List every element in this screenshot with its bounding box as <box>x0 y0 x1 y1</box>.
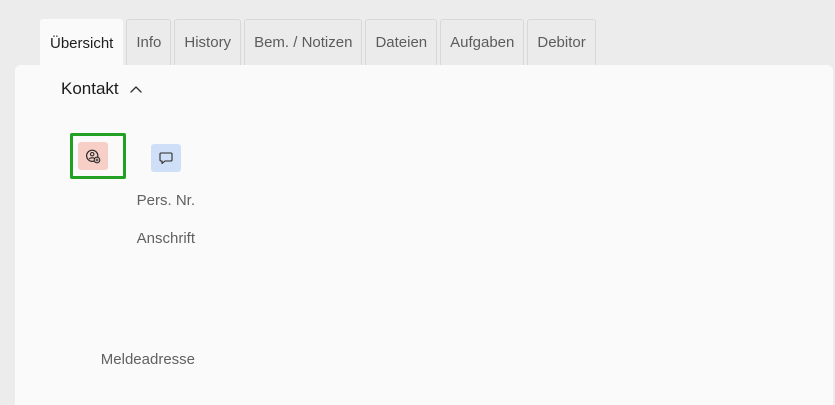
chat-bubble-icon <box>159 152 173 165</box>
section-title: Kontakt <box>61 79 119 98</box>
content-panel: Kontakt Pers. Nr. Anschrift Meldeadresse <box>15 65 833 405</box>
label-pers-nr: Pers. Nr. <box>136 192 195 209</box>
tab-debitor[interactable]: Debitor <box>527 19 596 65</box>
person-badge-icon <box>85 149 101 164</box>
tab-aufgaben[interactable]: Aufgaben <box>440 19 525 65</box>
tab-dateien[interactable]: Dateien <box>365 19 438 65</box>
person-button[interactable] <box>78 142 108 170</box>
person-button-focus-ring <box>70 133 126 179</box>
tab-uebersicht[interactable]: Übersicht <box>40 19 124 66</box>
app-window: Übersicht Info History Bem. / Notizen Da… <box>0 0 835 405</box>
chat-button[interactable] <box>151 144 181 172</box>
tab-bar: Übersicht Info History Bem. / Notizen Da… <box>40 19 596 66</box>
kontakt-section-toggle[interactable]: Kontakt <box>61 79 143 99</box>
chevron-up-icon <box>129 86 142 93</box>
tab-notizen[interactable]: Bem. / Notizen <box>244 19 363 65</box>
label-meldeadresse: Meldeadresse <box>100 351 195 368</box>
tab-info[interactable]: Info <box>126 19 172 65</box>
tab-history[interactable]: History <box>174 19 242 65</box>
label-anschrift: Anschrift <box>136 230 195 247</box>
